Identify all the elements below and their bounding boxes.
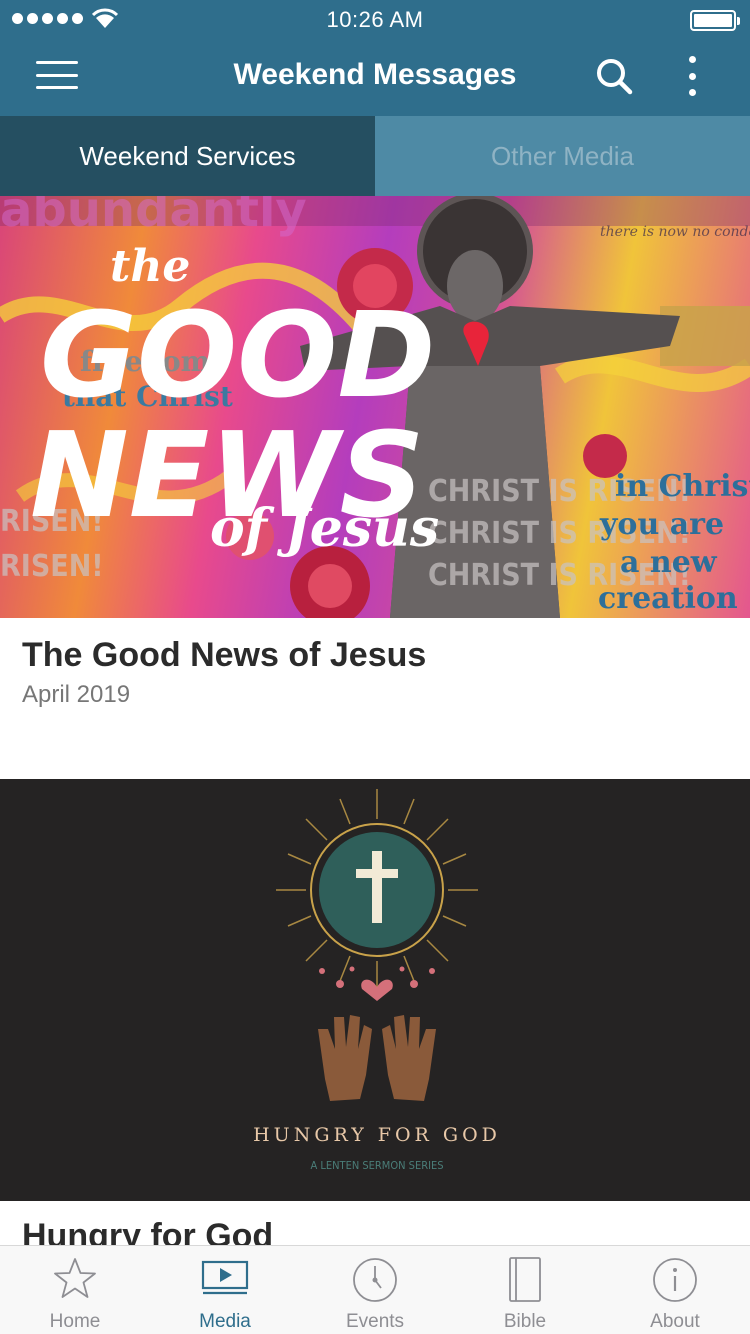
art-title-the: the [110,241,190,292]
search-icon[interactable] [594,56,634,96]
card-info: Hungry for God [0,1201,750,1245]
sermon-card-hungry-for-god[interactable]: HUNGRY FOR GOD A LENTEN SERMON SERIES Hu… [0,779,750,1245]
status-bar: 10:26 AM [0,0,750,40]
page-title: Weekend Messages [233,58,517,91]
book-icon [509,1257,541,1302]
tabbar-label: Home [49,1311,101,1332]
navigation-bar: Weekend Messages [0,40,750,116]
tabbar-label: About [650,1311,700,1332]
art-title-of-jesus: of Jesus [210,498,439,559]
star-icon [54,1258,96,1298]
tabbar-label: Bible [503,1311,547,1332]
card-info: The Good News of Jesus April 2019 [0,618,750,779]
tab-other-media[interactable]: Other Media [375,116,750,196]
art-verse-4: creation [598,581,738,616]
art-verse-2: you are [599,507,724,542]
top-bar: 10:26 AM Weekend Messages [0,0,750,116]
series-artwork-good-news: CHRIST IS RISEN! CHRIST IS RISEN! CHRIST… [0,196,750,618]
tabbar-item-about[interactable]: About [600,1246,750,1334]
status-time: 10:26 AM [326,7,424,32]
tabbar-item-bible[interactable]: Bible [450,1246,600,1334]
art-scribble: there is now no condemnation for those w… [600,224,750,240]
clock-icon [353,1258,397,1302]
tab-weekend-services[interactable]: Weekend Services [0,116,375,196]
more-vertical-icon[interactable] [682,56,702,96]
info-icon [653,1258,697,1302]
series-date: April 2019 [22,681,131,708]
art-text-risen-left-2: RISEN! [0,549,104,584]
series-title: The Good News of Jesus [22,636,427,674]
tabbar-item-media[interactable]: Media [150,1246,300,1334]
art-top-word: abundantly [0,196,307,238]
tabbar-item-events[interactable]: Events [300,1246,450,1334]
tabbar-item-home[interactable]: Home [0,1246,150,1334]
series-title: Hungry for God [22,1217,274,1245]
battery-icon [690,10,740,31]
art-title-good: GOOD [40,286,435,424]
art-hungry-subtitle: A LENTEN SERMON SERIES [310,1159,443,1172]
art-hungry-title: HUNGRY FOR GOD [253,1124,501,1146]
tabbar-label: Events [345,1311,405,1332]
sermon-card-good-news[interactable]: CHRIST IS RISEN! CHRIST IS RISEN! CHRIST… [0,196,750,779]
art-verse-1: in Christ [615,469,750,504]
media-play-icon [201,1260,249,1295]
media-tabs: Weekend Services Other Media [0,116,750,196]
series-artwork-hungry-for-god: HUNGRY FOR GOD A LENTEN SERMON SERIES [0,779,750,1201]
bottom-tab-bar: Home Media Events Bible About [0,1245,750,1334]
art-verse-3: a new [620,545,718,580]
sermon-series-list: CHRIST IS RISEN! CHRIST IS RISEN! CHRIST… [0,196,750,1245]
tabbar-label: Media [199,1311,251,1332]
